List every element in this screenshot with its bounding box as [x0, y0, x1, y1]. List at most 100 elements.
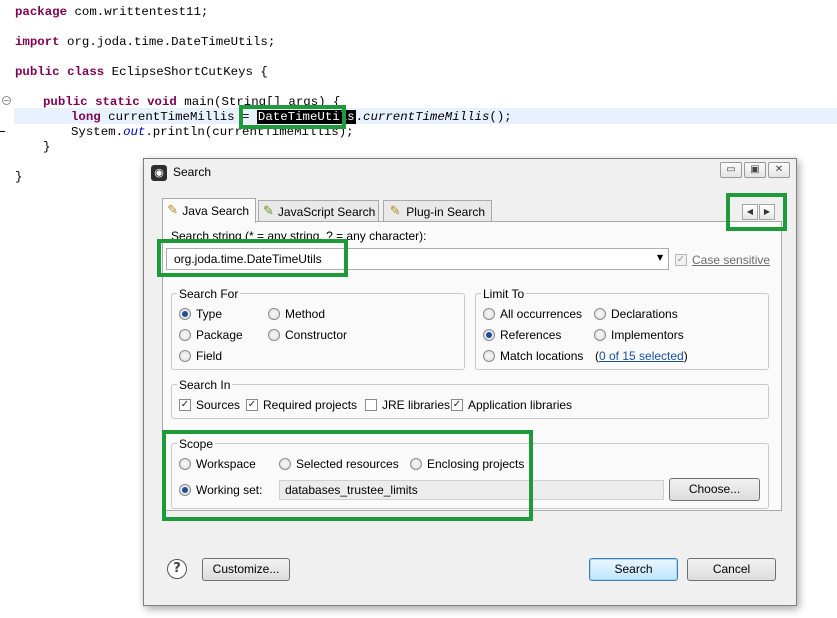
radio-package[interactable]: Package [179, 328, 243, 342]
option-label: Match locations [500, 349, 584, 363]
option-label: Sources [196, 398, 241, 412]
option-label: References [500, 328, 562, 342]
static-field: out [123, 125, 146, 139]
option-label: JRE libraries [382, 398, 451, 412]
keyword: class [67, 65, 105, 79]
match-locations-selection: (0 of 15 selected) [595, 349, 688, 363]
checkbox-sources[interactable]: ✓ Sources [179, 398, 240, 412]
minimize-button[interactable]: ▭ [720, 162, 742, 178]
code-text: EclipseShortCutKeys { [104, 65, 268, 79]
search-for-title: Search For [177, 287, 241, 301]
checkbox-required-projects[interactable]: ✓ Required projects [246, 398, 357, 412]
option-label: Package [196, 328, 243, 342]
plugin-search-icon: ✎ [389, 203, 401, 219]
checkbox-icon: ✓ [675, 254, 687, 266]
tab-javascript-search[interactable]: ✎ JavaScript Search [258, 200, 379, 222]
code-line-package: package com.writtentest11; [15, 4, 208, 20]
annotation-box-tab-arrows [726, 193, 787, 231]
keyword: static [95, 95, 140, 109]
option-label: Declarations [611, 307, 678, 321]
checkbox-application-libraries[interactable]: ✓ Application libraries [451, 398, 572, 412]
fold-collapse-icon[interactable]: − [2, 96, 11, 105]
java-search-icon: ✎ [167, 203, 179, 218]
radio-type[interactable]: Type [179, 307, 222, 321]
tab-plugin-search[interactable]: ✎ Plug-in Search [383, 200, 492, 222]
radio-icon [179, 329, 191, 341]
radio-declarations[interactable]: Declarations [594, 307, 678, 321]
tab-label: JavaScript Search [277, 204, 376, 219]
radio-icon [179, 350, 191, 362]
option-label: Application libraries [468, 398, 573, 412]
code-text: currentTimeMillis = [100, 110, 257, 124]
code-line-brace-inner: } [43, 140, 51, 154]
keyword: public [43, 95, 88, 109]
cancel-button[interactable]: Cancel [687, 558, 776, 581]
code-line-class: public class EclipseShortCutKeys { [15, 64, 268, 80]
code-text: com.writtentest11; [67, 5, 209, 19]
code-text: (); [489, 110, 512, 124]
choose-button[interactable]: Choose... [669, 478, 760, 501]
option-label: All occurrences [500, 307, 583, 321]
radio-match-locations[interactable]: Match locations [483, 349, 583, 363]
code-line-import: import org.joda.time.DateTimeUtils; [15, 34, 275, 50]
option-label: Implementors [611, 328, 684, 342]
close-button[interactable]: ✕ [768, 162, 790, 178]
search-dialog: ◉ Search ▭ ▣ ✕ ✎ Java Search ✎ JavaScrip… [143, 158, 797, 606]
search-button[interactable]: Search [589, 558, 678, 581]
javascript-search-icon: ✎ [263, 203, 274, 219]
radio-field[interactable]: Field [179, 349, 222, 363]
option-label: Constructor [285, 328, 348, 342]
change-marker [0, 131, 5, 132]
radio-icon [594, 308, 606, 320]
code-text: org.joda.time.DateTimeUtils; [59, 35, 276, 49]
radio-method[interactable]: Method [268, 307, 325, 321]
radio-icon [594, 329, 606, 341]
option-label: Field [196, 349, 223, 363]
annotation-box-class-name [239, 105, 346, 129]
tab-label: Java Search [182, 204, 249, 218]
radio-icon [483, 329, 495, 341]
customize-button[interactable]: Customize... [202, 558, 290, 581]
match-locations-link[interactable]: 0 of 15 selected [599, 349, 684, 363]
code-text: System. [71, 125, 124, 139]
case-sensitive-label: Case sensitive [692, 253, 771, 267]
checkbox-icon [365, 399, 377, 411]
eclipse-icon: ◉ [151, 165, 167, 181]
radio-icon [179, 308, 191, 320]
radio-constructor[interactable]: Constructor [268, 328, 347, 342]
radio-icon [268, 329, 280, 341]
radio-all-occurrences[interactable]: All occurrences [483, 307, 582, 321]
dropdown-arrow-icon[interactable]: ▼ [657, 253, 665, 262]
keyword: void [147, 95, 177, 109]
dialog-titlebar[interactable]: ◉ Search ▭ ▣ ✕ [144, 159, 796, 187]
search-in-title: Search In [177, 378, 233, 392]
dialog-title: Search [173, 165, 212, 179]
radio-implementors[interactable]: Implementors [594, 328, 684, 342]
method-call: currentTimeMillis [363, 110, 490, 124]
help-icon[interactable]: ? [167, 559, 187, 579]
code-line-brace-outer: } [15, 170, 23, 184]
tab-label: Plug-in Search [406, 204, 485, 219]
keyword: package [15, 5, 68, 19]
keyword: long [71, 110, 101, 124]
option-label: Type [196, 307, 223, 321]
checkbox-jre-libraries[interactable]: JRE libraries [365, 398, 450, 412]
window-buttons: ▭ ▣ ✕ [720, 162, 790, 178]
limit-to-title: Limit To [481, 287, 527, 301]
keyword: public [15, 65, 60, 79]
radio-icon [483, 350, 495, 362]
checkbox-icon: ✓ [451, 399, 463, 411]
checkbox-icon: ✓ [246, 399, 258, 411]
maximize-button[interactable]: ▣ [744, 162, 766, 178]
option-label: Required projects [263, 398, 358, 412]
radio-references[interactable]: References [483, 328, 561, 342]
radio-icon [268, 308, 280, 320]
annotation-box-search-string [157, 239, 348, 277]
annotation-box-scope [162, 430, 533, 521]
tab-java-search[interactable]: ✎ Java Search [162, 198, 256, 223]
checkbox-icon: ✓ [179, 399, 191, 411]
radio-icon [483, 308, 495, 320]
keyword: import [15, 35, 60, 49]
case-sensitive-checkbox[interactable]: ✓ Case sensitive [675, 253, 770, 267]
paren: ) [683, 349, 688, 363]
